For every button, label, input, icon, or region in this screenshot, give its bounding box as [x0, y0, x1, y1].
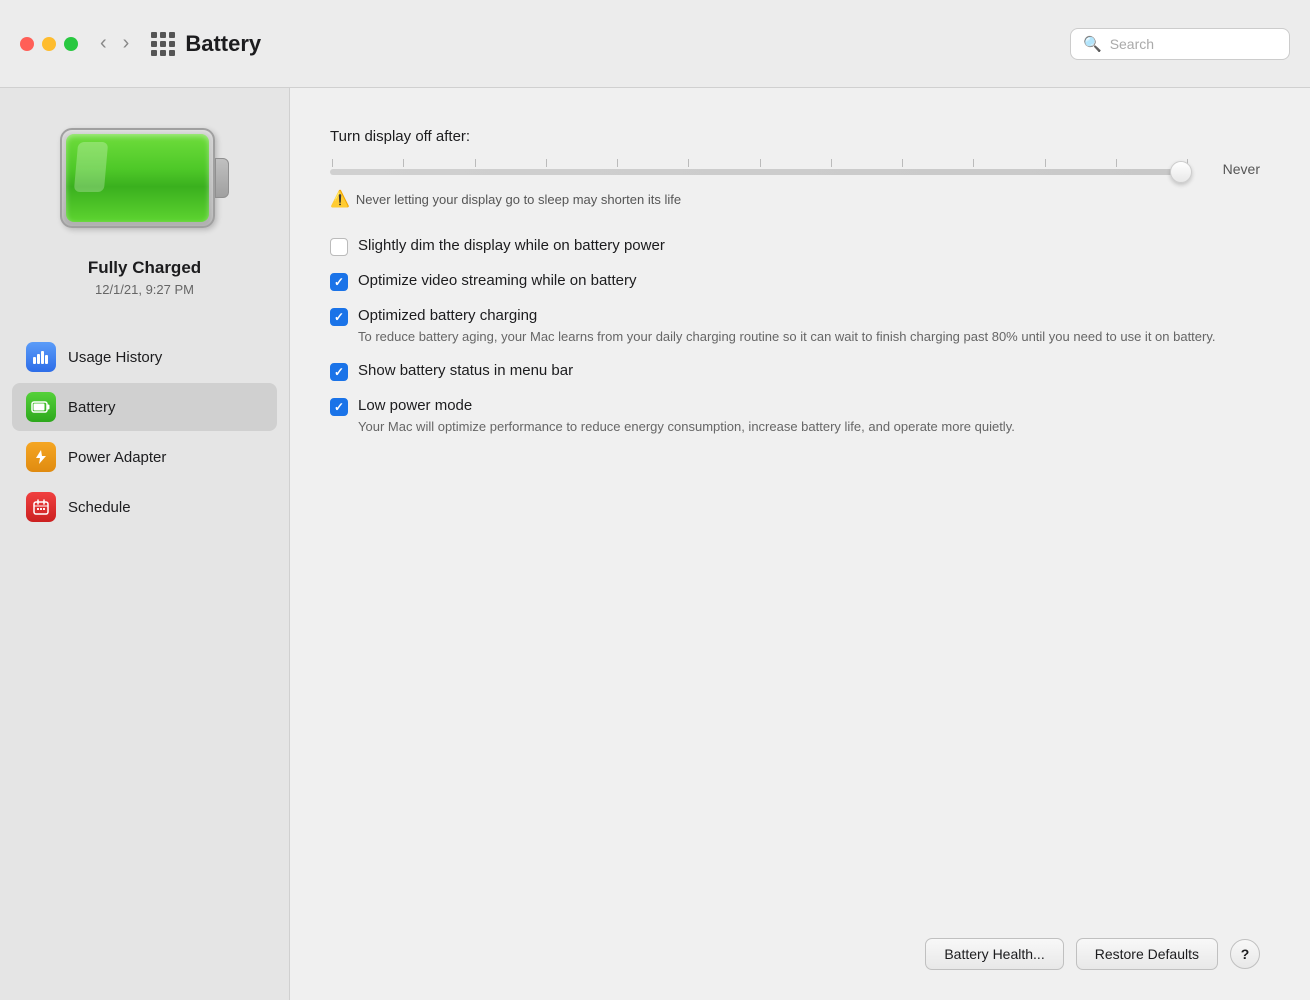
search-icon: 🔍: [1083, 35, 1102, 53]
settings-panel: Turn display off after:: [290, 88, 1310, 918]
dim-display-label: Slightly dim the display while on batter…: [358, 237, 1260, 254]
search-box[interactable]: 🔍: [1070, 28, 1290, 60]
sidebar-item-label: Power Adapter: [68, 449, 166, 466]
slider-tick: [831, 159, 832, 167]
menu-bar-checkbox[interactable]: [330, 363, 348, 381]
usage-history-icon: [26, 342, 56, 372]
slider-container[interactable]: Never: [330, 159, 1260, 179]
sidebar-item-usage-history[interactable]: Usage History: [12, 333, 277, 381]
optimized-charging-label: Optimized battery charging: [358, 307, 1260, 324]
slider-tick: [902, 159, 903, 167]
slider-tick: [475, 159, 476, 167]
low-power-sub: Your Mac will optimize performance to re…: [358, 418, 1260, 436]
slider-track[interactable]: [330, 169, 1190, 175]
slider-tick: [760, 159, 761, 167]
slider-thumb[interactable]: [1170, 161, 1192, 183]
page-title: Battery: [185, 31, 261, 57]
battery-health-button[interactable]: Battery Health...: [925, 938, 1063, 970]
slider-tick: [973, 159, 974, 167]
slider-value-label: Never: [1223, 161, 1260, 177]
sidebar-item-label: Schedule: [68, 499, 131, 516]
checkbox-menu-bar[interactable]: Show battery status in menu bar: [330, 362, 1260, 381]
sidebar-nav: Usage History Battery Po: [0, 333, 289, 533]
dim-display-checkbox[interactable]: [330, 238, 348, 256]
window-controls: [20, 37, 78, 51]
menu-bar-label: Show battery status in menu bar: [358, 362, 1260, 379]
minimize-button[interactable]: [42, 37, 56, 51]
main-content: Fully Charged 12/1/21, 9:27 PM Usage His…: [0, 88, 1310, 1000]
optimized-charging-sub: To reduce battery aging, your Mac learns…: [358, 328, 1260, 346]
battery-status: Fully Charged: [88, 258, 201, 278]
search-input[interactable]: [1110, 36, 1277, 52]
battery-icon: [60, 128, 230, 238]
bottom-bar: Battery Health... Restore Defaults ?: [290, 918, 1310, 1000]
battery-nav-icon: [26, 392, 56, 422]
warning-icon: ⚠️: [330, 189, 350, 209]
optimized-charging-checkbox[interactable]: [330, 308, 348, 326]
optimize-streaming-label: Optimize video streaming while on batter…: [358, 272, 1260, 289]
restore-defaults-button[interactable]: Restore Defaults: [1076, 938, 1218, 970]
sidebar-item-label: Usage History: [68, 349, 162, 366]
titlebar: ‹ › Battery 🔍: [0, 0, 1310, 88]
forward-button[interactable]: ›: [117, 28, 136, 59]
back-button[interactable]: ‹: [94, 28, 113, 59]
slider-tick: [688, 159, 689, 167]
slider-tick: [332, 159, 333, 167]
warning-text: Never letting your display go to sleep m…: [356, 192, 681, 207]
low-power-checkbox[interactable]: [330, 398, 348, 416]
slider-tick: [1045, 159, 1046, 167]
checkbox-optimized-charging[interactable]: Optimized battery charging To reduce bat…: [330, 307, 1260, 346]
checkbox-low-power[interactable]: Low power mode Your Mac will optimize pe…: [330, 397, 1260, 436]
sidebar: Fully Charged 12/1/21, 9:27 PM Usage His…: [0, 88, 290, 1000]
low-power-label: Low power mode: [358, 397, 1260, 414]
close-button[interactable]: [20, 37, 34, 51]
slider-section-label: Turn display off after:: [330, 128, 1260, 145]
sidebar-item-label: Battery: [68, 399, 116, 416]
sidebar-item-schedule[interactable]: Schedule: [12, 483, 277, 531]
slider-tick: [546, 159, 547, 167]
sidebar-item-battery[interactable]: Battery: [12, 383, 277, 431]
checkbox-dim-display[interactable]: Slightly dim the display while on batter…: [330, 237, 1260, 256]
help-button[interactable]: ?: [1230, 939, 1260, 969]
grid-icon[interactable]: [151, 32, 175, 56]
optimize-streaming-checkbox[interactable]: [330, 273, 348, 291]
maximize-button[interactable]: [64, 37, 78, 51]
schedule-icon: [26, 492, 56, 522]
checkbox-optimize-streaming[interactable]: Optimize video streaming while on batter…: [330, 272, 1260, 291]
slider-tick: [617, 159, 618, 167]
nav-buttons: ‹ ›: [94, 28, 135, 59]
power-adapter-icon: [26, 442, 56, 472]
battery-time: 12/1/21, 9:27 PM: [95, 282, 194, 297]
slider-tick: [403, 159, 404, 167]
warning-row: ⚠️ Never letting your display go to slee…: [330, 189, 1260, 209]
slider-tick: [1116, 159, 1117, 167]
sidebar-item-power-adapter[interactable]: Power Adapter: [12, 433, 277, 481]
